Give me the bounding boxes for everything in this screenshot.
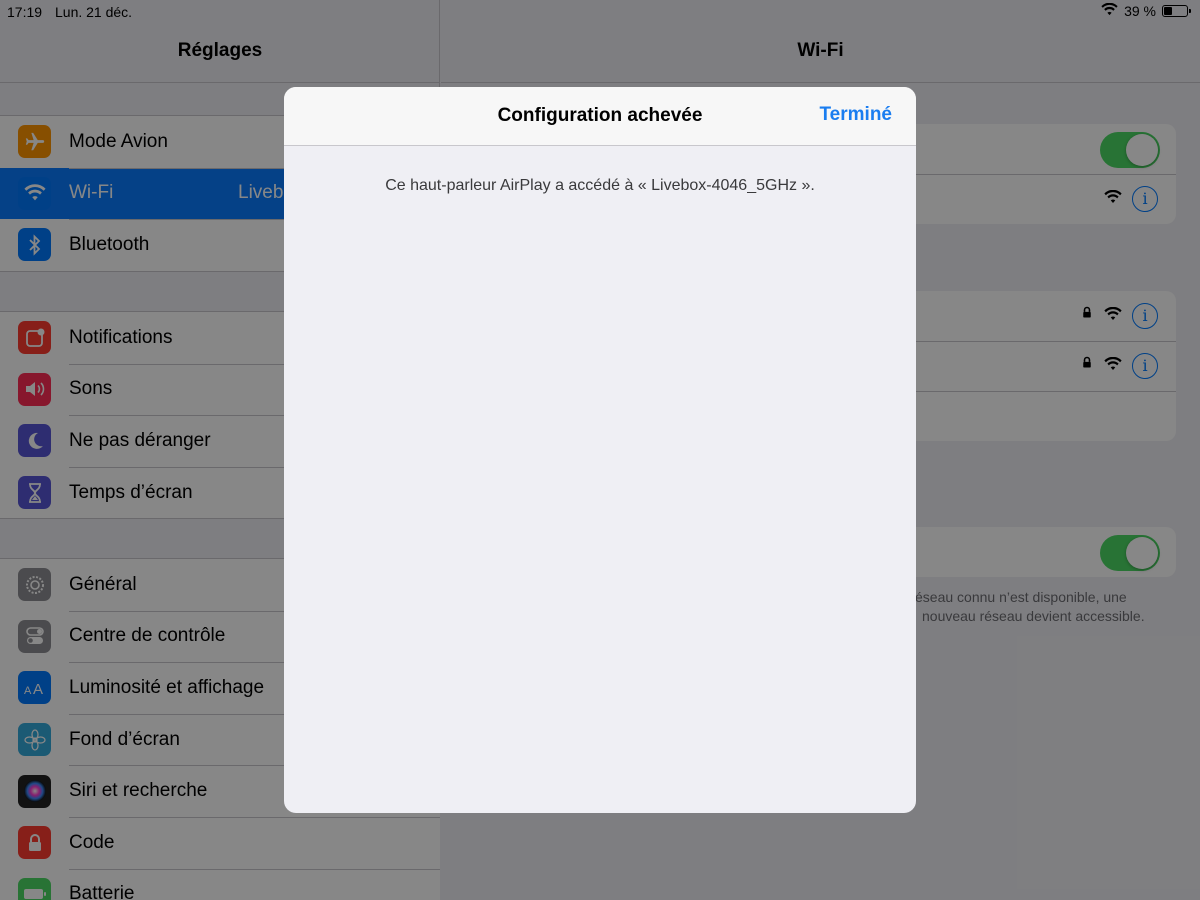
modal-header: Configuration achevée Terminé xyxy=(284,87,916,146)
done-button[interactable]: Terminé xyxy=(819,104,892,126)
modal-message: Ce haut-parleur AirPlay a accédé à « Liv… xyxy=(385,177,815,194)
configuration-modal: Configuration achevée Terminé Ce haut-pa… xyxy=(284,87,916,813)
